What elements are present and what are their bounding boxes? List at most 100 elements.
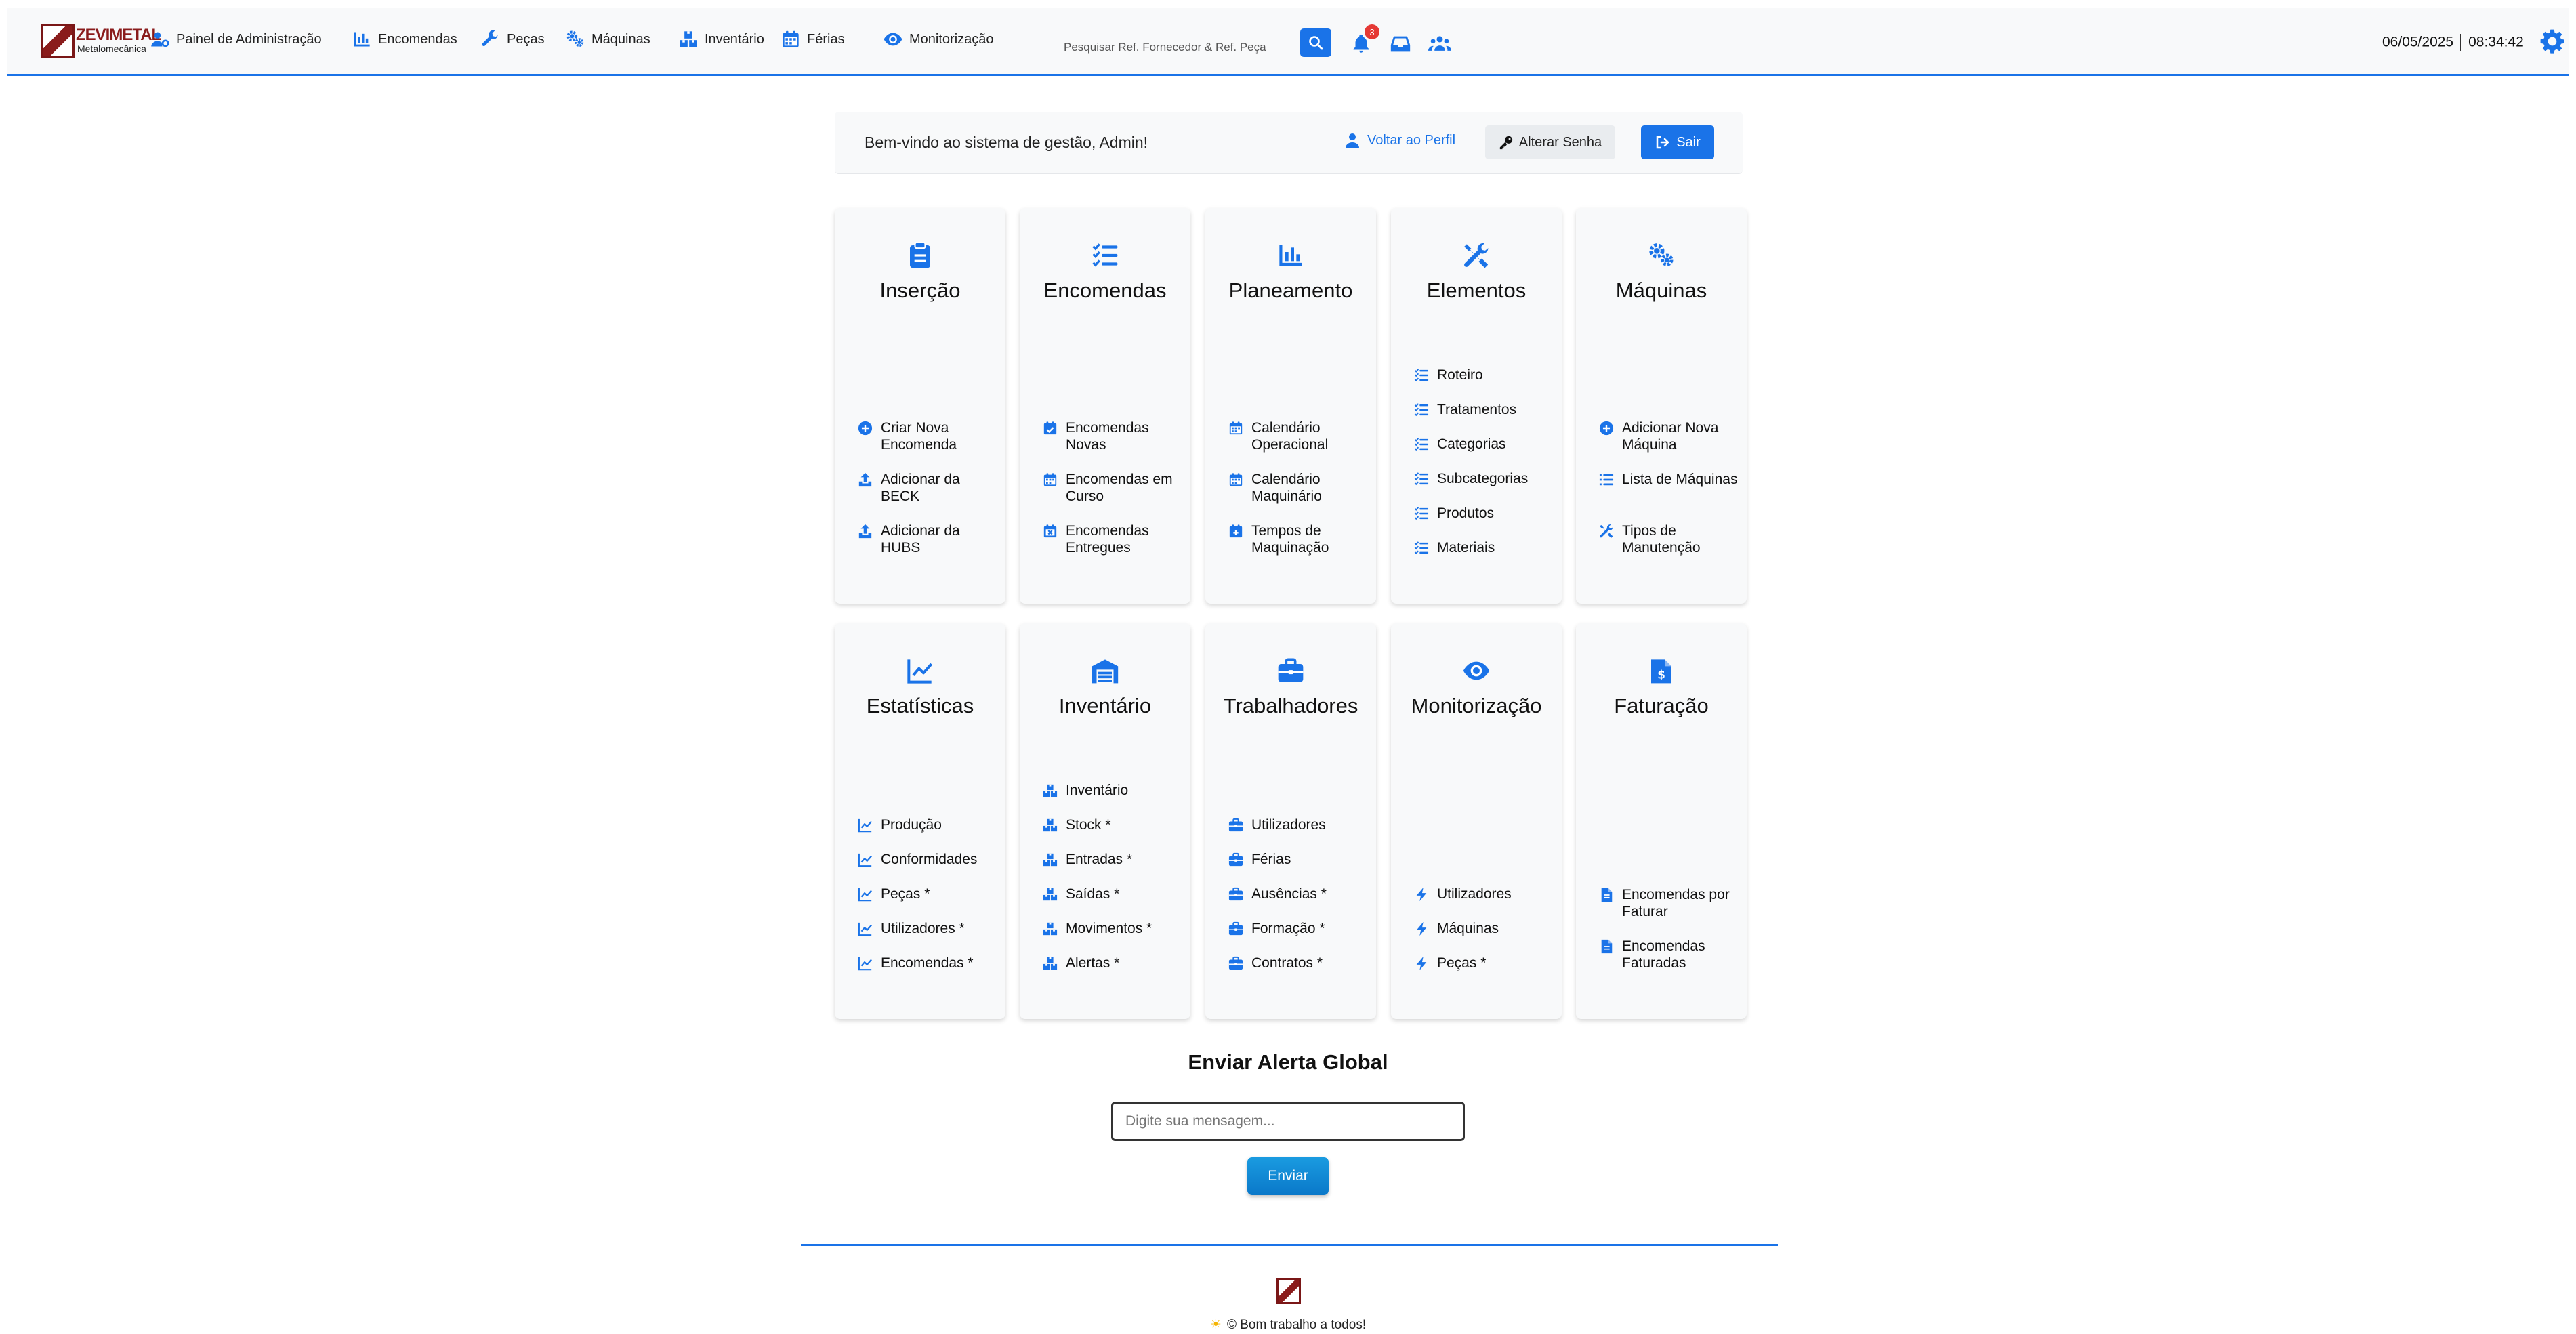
- card-link-label: Criar Nova Encomenda: [881, 420, 957, 453]
- clipboard-icon: [910, 242, 930, 268]
- card-link-encomendas-faturadas[interactable]: Encomendas Faturadas: [1599, 938, 1740, 989]
- card-link-encomendas-entregues[interactable]: Encomendas Entregues: [1043, 522, 1184, 574]
- card-link-label: Conformidades: [881, 852, 978, 867]
- card-link-producao[interactable]: Produção: [858, 816, 999, 851]
- card-link-list: Encomendas por Faturar Encomendas Faturad…: [1599, 886, 1740, 989]
- inbox-icon[interactable]: [1389, 33, 1412, 56]
- card-link-adicionar-da-hubs[interactable]: Adicionar da HUBS: [858, 522, 999, 574]
- brand-name: ZEVIMETAL: [76, 26, 161, 44]
- card-link-utilizadores[interactable]: Utilizadores: [1228, 816, 1369, 851]
- card-link-utilizadores[interactable]: Utilizadores *: [858, 920, 999, 955]
- card-link-categorias[interactable]: Categorias: [1414, 436, 1555, 470]
- card-link-encomendas-novas[interactable]: Encomendas Novas: [1043, 419, 1184, 471]
- datetime-display: 06/05/2025 08:34:42: [2382, 34, 2524, 51]
- card-link-tipos-de-manutencao[interactable]: Tipos de Manutenção: [1599, 522, 1740, 574]
- card-link-maquinas[interactable]: Máquinas: [1414, 920, 1555, 955]
- card-link-adicionar-da-beck[interactable]: Adicionar da BECK: [858, 471, 999, 522]
- card-link-utilizadores[interactable]: Utilizadores: [1414, 885, 1555, 920]
- card-link-label: Roteiro: [1437, 367, 1483, 383]
- card-link-label: Utilizadores: [1437, 886, 1512, 902]
- card-link-alertas[interactable]: Alertas *: [1043, 955, 1184, 989]
- card-link-label: Peças *: [1437, 955, 1487, 971]
- profile-link[interactable]: Voltar ao Perfil: [1344, 132, 1455, 148]
- card-link-criar-nova-encomenda[interactable]: Criar Nova Encomenda: [858, 419, 999, 471]
- card-link-saidas[interactable]: Saídas *: [1043, 885, 1184, 920]
- nav-item-painel-de-administracao[interactable]: Painel de Administração: [150, 27, 322, 51]
- card-link-ausencias[interactable]: Ausências *: [1228, 885, 1369, 920]
- nav-item-pecas[interactable]: Peças: [481, 27, 545, 51]
- datetime-divider: [2460, 34, 2462, 51]
- card-link-adicionar-nova-maquina[interactable]: Adicionar Nova Máquina: [1599, 419, 1740, 471]
- card-link-label: Calendário Maquinário: [1251, 472, 1322, 504]
- send-alert-button[interactable]: Enviar: [1247, 1157, 1329, 1195]
- search-input[interactable]: [1064, 33, 1294, 62]
- brand-logo[interactable]: ZEVIMETAL Metalomecânica: [41, 24, 161, 58]
- card-link-inventario[interactable]: Inventário: [1043, 782, 1184, 816]
- card-link-tempos-de-maquinacao[interactable]: Tempos de Maquinação: [1228, 522, 1369, 574]
- card-title: Elementos: [1426, 278, 1526, 302]
- card-link-label: Lista de Máquinas: [1622, 472, 1738, 487]
- nav-item-encomendas[interactable]: Encomendas: [352, 27, 457, 51]
- card-link-subcategorias[interactable]: Subcategorias: [1414, 470, 1555, 505]
- card-link-calendario-operacional[interactable]: Calendário Operacional: [1228, 419, 1369, 471]
- card-link-produtos[interactable]: Produtos: [1414, 505, 1555, 539]
- card-link-ferias[interactable]: Férias: [1228, 851, 1369, 885]
- nav-item-maquinas[interactable]: Máquinas: [566, 27, 650, 51]
- card-link-formacao[interactable]: Formação *: [1228, 920, 1369, 955]
- calendar-x-icon: [1043, 524, 1057, 538]
- card-link-encomendas-em-curso[interactable]: Encomendas em Curso: [1043, 471, 1184, 522]
- card-link-label: Tipos de Manutenção: [1622, 523, 1701, 556]
- chart-line-icon: [858, 922, 872, 936]
- card-trabalhadores: Trabalhadores Utilizadores Férias Ausências…: [1205, 623, 1376, 1019]
- card-link-pecas[interactable]: Peças *: [858, 885, 999, 920]
- search-button[interactable]: [1300, 28, 1331, 57]
- card-link-roteiro[interactable]: Roteiro: [1414, 367, 1555, 401]
- gear-icon[interactable]: [2539, 28, 2565, 54]
- card-link-contratos[interactable]: Contratos *: [1228, 955, 1369, 989]
- card-link-list: Utilizadores Máquinas Peças *: [1414, 885, 1555, 989]
- card-link-label: Adicionar Nova Máquina: [1622, 420, 1719, 453]
- card-link-stock[interactable]: Stock *: [1043, 816, 1184, 851]
- card-link-entradas[interactable]: Entradas *: [1043, 851, 1184, 885]
- bolt-icon: [1416, 921, 1427, 936]
- card-link-encomendas[interactable]: Encomendas *: [858, 955, 999, 989]
- card-link-label: Peças *: [881, 886, 930, 902]
- warehouse-icon: [1092, 659, 1119, 684]
- card-link-label: Calendário Operacional: [1251, 420, 1329, 453]
- briefcase-icon: [1228, 852, 1243, 867]
- card-link-conformidades[interactable]: Conformidades: [858, 851, 999, 885]
- card-faturacao: $ Faturação Encomendas por Faturar Encomend…: [1576, 623, 1747, 1019]
- card-link-tratamentos[interactable]: Tratamentos: [1414, 401, 1555, 436]
- boxes-icon: [1043, 784, 1058, 797]
- card-link-label: Materiais: [1437, 540, 1495, 556]
- nav-item-inventario[interactable]: Inventário: [679, 27, 764, 51]
- card-link-pecas[interactable]: Peças *: [1414, 955, 1555, 989]
- card-link-label: Formação *: [1251, 921, 1325, 936]
- chart-line-icon: [858, 853, 872, 867]
- global-alert-input[interactable]: [1111, 1102, 1465, 1141]
- card-link-label: Contratos *: [1251, 955, 1323, 971]
- nav-item-ferias[interactable]: Férias: [781, 27, 845, 51]
- welcome-message: Bem-vindo ao sistema de gestão, Admin!: [865, 133, 1148, 151]
- profile-link-label: Voltar ao Perfil: [1367, 132, 1456, 148]
- users-icon[interactable]: [1428, 33, 1451, 56]
- card-link-label: Inventário: [1066, 783, 1129, 798]
- change-password-button[interactable]: Alterar Senha: [1485, 125, 1615, 159]
- logout-button[interactable]: Sair: [1641, 125, 1714, 159]
- card-link-list: Encomendas Novas Encomendas em Curso Encom…: [1043, 419, 1184, 574]
- nav-item-label: Férias: [807, 31, 845, 47]
- list-check-icon: [1414, 507, 1429, 520]
- sun-icon: ☀: [1209, 1318, 1222, 1332]
- card-link-list: Produção Conformidades Peças * Utilizadores…: [858, 816, 999, 989]
- card-link-calendario-maquinario[interactable]: Calendário Maquinário: [1228, 471, 1369, 522]
- card-link-encomendas-por-faturar[interactable]: Encomendas por Faturar: [1599, 886, 1740, 938]
- card-link-materiais[interactable]: Materiais: [1414, 539, 1555, 574]
- card-title: Planeamento: [1228, 278, 1353, 302]
- welcome-bar: Bem-vindo ao sistema de gestão, Admin! V…: [835, 112, 1743, 174]
- briefcase-icon: [1278, 658, 1304, 682]
- card-link-lista-de-maquinas[interactable]: Lista de Máquinas: [1599, 471, 1740, 522]
- card-title: Faturação: [1614, 694, 1709, 717]
- nav-item-label: Peças: [507, 31, 545, 47]
- card-link-movimentos[interactable]: Movimentos *: [1043, 920, 1184, 955]
- nav-item-monitorizacao[interactable]: Monitorização: [884, 27, 994, 51]
